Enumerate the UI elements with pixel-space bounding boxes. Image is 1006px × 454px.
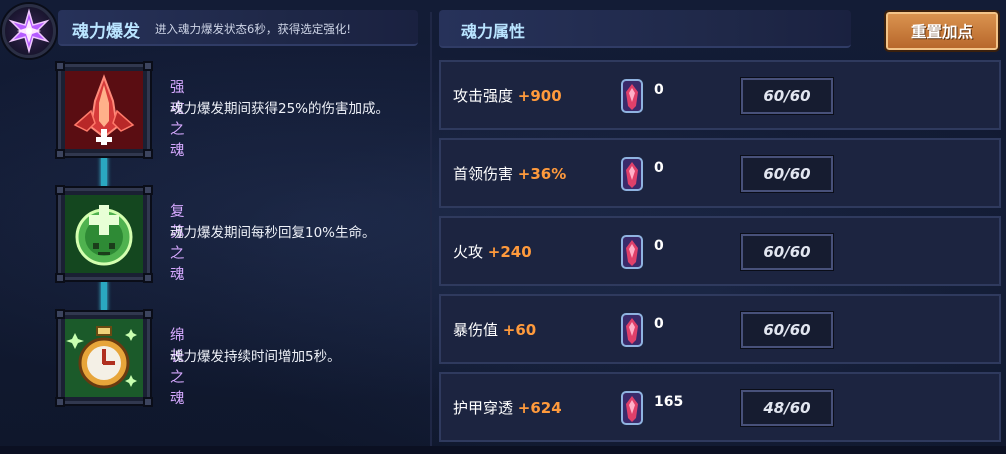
points-cap[interactable]: 60/60: [740, 311, 834, 349]
green-stopwatch-soul-icon: [65, 319, 143, 397]
attribute-name: 暴伤值: [453, 321, 499, 339]
attribute-bonus: +624: [517, 399, 562, 417]
attribute-row-attack: 攻击强度 +900 0 60/60: [439, 60, 1001, 130]
green-heal-soul-icon: [65, 195, 143, 273]
skill-connector: [101, 156, 107, 188]
attribute-row-fire-attack: 火攻 +240 0 60/60: [439, 216, 1001, 286]
attribute-row-crit-damage: 暴伤值 +60 0 60/60: [439, 294, 1001, 364]
attribute-label: 首领伤害 +36%: [453, 163, 566, 184]
attribute-label: 攻击强度 +900: [453, 85, 562, 106]
skill-slot-strong-attack[interactable]: [55, 61, 153, 159]
gem-count: 0: [654, 82, 664, 98]
soul-gem-icon: [619, 78, 645, 114]
reset-points-button[interactable]: 重置加点: [884, 10, 1000, 52]
attribute-name: 护甲穿透: [453, 399, 514, 417]
skill-description: 魂力爆发持续时间增加5秒。: [170, 349, 341, 365]
attribute-bonus: +36%: [517, 165, 567, 183]
attribute-bonus: +900: [517, 87, 562, 105]
frame-corner: [143, 397, 153, 407]
frame-corner: [143, 309, 153, 319]
soul-gem-icon: [619, 312, 645, 348]
attribute-label: 暴伤值 +60: [453, 319, 536, 340]
gem-count: 165: [654, 394, 684, 410]
red-rocket-soul-icon: [65, 71, 143, 149]
burst-header-bar: 魂力爆发 进入魂力爆发状态6秒，获得选定强化!: [58, 10, 418, 46]
skill-description: 魂力爆发期间每秒回复10%生命。: [170, 225, 376, 241]
soul-gem-icon: [619, 390, 645, 426]
skill-slot-revive[interactable]: [55, 185, 153, 283]
skill-description: 魂力爆发期间获得25%的伤害加成。: [170, 101, 390, 117]
frame-corner: [55, 397, 65, 407]
attribute-bonus: +240: [487, 243, 532, 261]
attribute-name: 火攻: [453, 243, 484, 261]
attribute-row-boss-damage: 首领伤害 +36% 0 60/60: [439, 138, 1001, 208]
gem-count: 0: [654, 316, 664, 332]
frame-corner: [55, 149, 65, 159]
skill-slot-long-duration[interactable]: [55, 309, 153, 407]
frame-corner: [55, 61, 65, 71]
soul-gem-icon: [619, 234, 645, 270]
points-cap[interactable]: 60/60: [740, 77, 834, 115]
attributes-title: 魂力属性: [461, 22, 526, 41]
panel-divider: [430, 12, 432, 446]
frame-corner: [143, 149, 153, 159]
skill-connector: [101, 280, 107, 312]
attribute-label: 火攻 +240: [453, 241, 532, 262]
frame-corner: [143, 273, 153, 283]
purple-star-crystal-icon: [2, 4, 56, 58]
points-cap[interactable]: 60/60: [740, 155, 834, 193]
frame-corner: [55, 185, 65, 195]
bottom-edge: [0, 446, 1006, 454]
attribute-row-armor-penetration: 护甲穿透 +624 165 48/60: [439, 372, 1001, 442]
frame-corner: [143, 185, 153, 195]
soul-gem-icon: [619, 156, 645, 192]
gem-count: 0: [654, 160, 664, 176]
gem-count: 0: [654, 238, 664, 254]
attributes-header: 魂力属性: [439, 10, 851, 48]
attribute-name: 攻击强度: [453, 87, 514, 105]
frame-corner: [143, 61, 153, 71]
burst-description: 进入魂力爆发状态6秒，获得选定强化!: [155, 22, 351, 36]
points-cap[interactable]: 48/60: [740, 389, 834, 427]
burst-title: 魂力爆发: [72, 22, 140, 42]
frame-corner: [55, 309, 65, 319]
frame-corner: [55, 273, 65, 283]
points-cap[interactable]: 60/60: [740, 233, 834, 271]
burst-header: 魂力爆发 进入魂力爆发状态6秒，获得选定强化!: [0, 0, 420, 62]
attribute-bonus: +60: [502, 321, 537, 339]
attribute-name: 首领伤害: [453, 165, 514, 183]
attribute-label: 护甲穿透 +624: [453, 397, 562, 418]
